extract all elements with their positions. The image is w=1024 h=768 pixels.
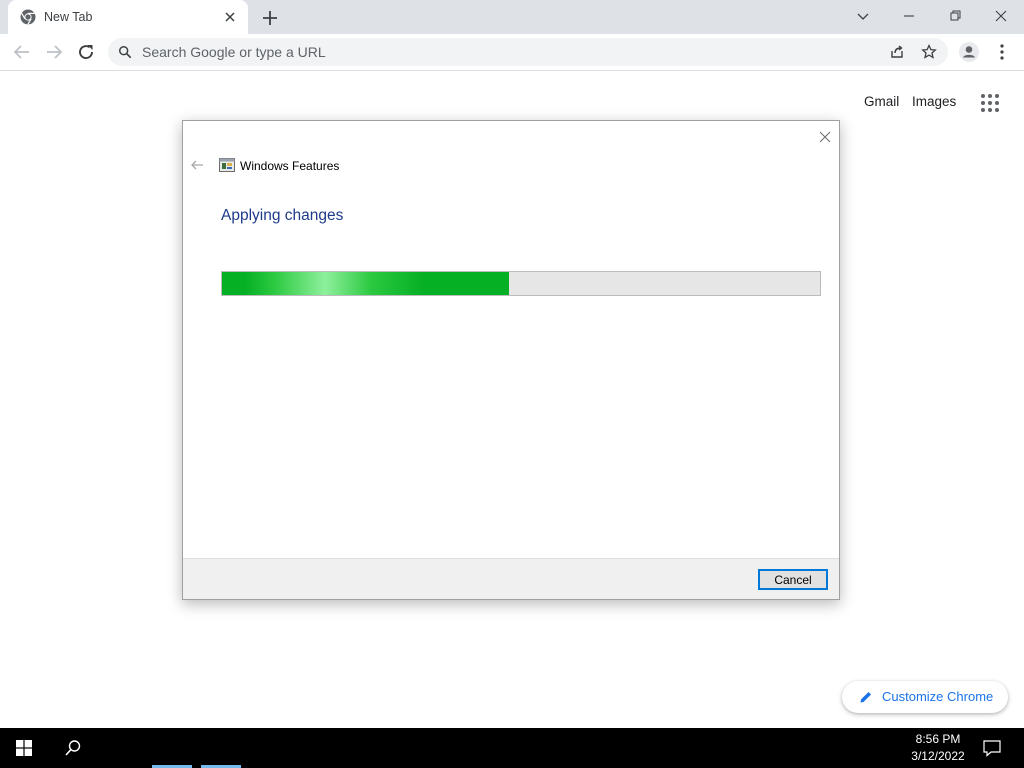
kebab-menu-icon <box>1000 44 1004 60</box>
dialog-heading: Applying changes <box>221 207 344 224</box>
windows-logo-icon <box>16 740 32 756</box>
arrow-left-icon <box>13 45 29 59</box>
customize-chrome-label: Customize Chrome <box>882 689 994 704</box>
omnibox-input[interactable] <box>142 42 862 62</box>
close-icon <box>995 10 1007 22</box>
chevron-down-icon <box>857 13 869 20</box>
tab-new-tab[interactable]: New Tab <box>8 0 248 34</box>
search-icon <box>119 46 132 59</box>
tab-search-button[interactable] <box>850 4 876 28</box>
chrome-icon <box>20 9 36 25</box>
taskbar-clock[interactable]: 8:56 PM 3/12/2022 <box>900 731 976 765</box>
arrow-right-icon <box>47 45 63 59</box>
start-button[interactable] <box>0 728 48 768</box>
reload-button[interactable] <box>73 40 99 64</box>
clock-date: 3/12/2022 <box>911 749 965 763</box>
star-icon[interactable] <box>920 43 938 61</box>
share-icon[interactable] <box>888 43 906 61</box>
minimize-button[interactable] <box>896 4 922 28</box>
action-center-icon[interactable] <box>980 736 1004 760</box>
close-icon[interactable] <box>815 127 835 147</box>
tab-title: New Tab <box>44 10 93 24</box>
tab-strip: New Tab <box>0 0 1024 34</box>
close-icon[interactable] <box>222 9 238 25</box>
forward-button[interactable] <box>41 40 67 64</box>
windows-features-dialog: Windows Features Applying changes Cancel <box>182 120 840 600</box>
cancel-button[interactable]: Cancel <box>758 569 828 590</box>
dialog-footer: Cancel <box>183 558 839 599</box>
arrow-left-icon[interactable] <box>189 157 205 173</box>
omnibox[interactable] <box>108 38 948 66</box>
windows-features-icon <box>219 158 235 172</box>
browser-toolbar <box>0 34 1024 71</box>
reload-icon <box>79 45 93 59</box>
restore-icon <box>950 10 961 21</box>
restore-button[interactable] <box>942 4 968 28</box>
taskbar-search-button[interactable] <box>50 728 94 768</box>
dialog-title: Windows Features <box>240 159 340 173</box>
images-link[interactable]: Images <box>912 94 956 109</box>
progress-bar <box>221 271 821 296</box>
window-close-button[interactable] <box>988 4 1014 28</box>
plus-icon[interactable] <box>258 6 282 30</box>
menu-button[interactable] <box>989 40 1015 64</box>
profile-icon <box>959 42 979 62</box>
taskbar: 8:56 PM 3/12/2022 <box>0 728 1024 768</box>
screen: New Tab Search Google or type a URL Gmai… <box>0 0 1024 768</box>
progress-fill <box>222 272 510 295</box>
apps-grid-icon[interactable] <box>980 93 1000 113</box>
minimize-icon <box>904 15 914 17</box>
search-icon <box>65 740 81 756</box>
clock-time: 8:56 PM <box>915 732 961 746</box>
profile-button[interactable] <box>956 40 982 64</box>
gmail-link[interactable]: Gmail <box>864 94 899 109</box>
customize-chrome-button[interactable]: Customize Chrome <box>842 681 1008 713</box>
pencil-icon <box>860 692 871 703</box>
back-button[interactable] <box>9 40 35 64</box>
